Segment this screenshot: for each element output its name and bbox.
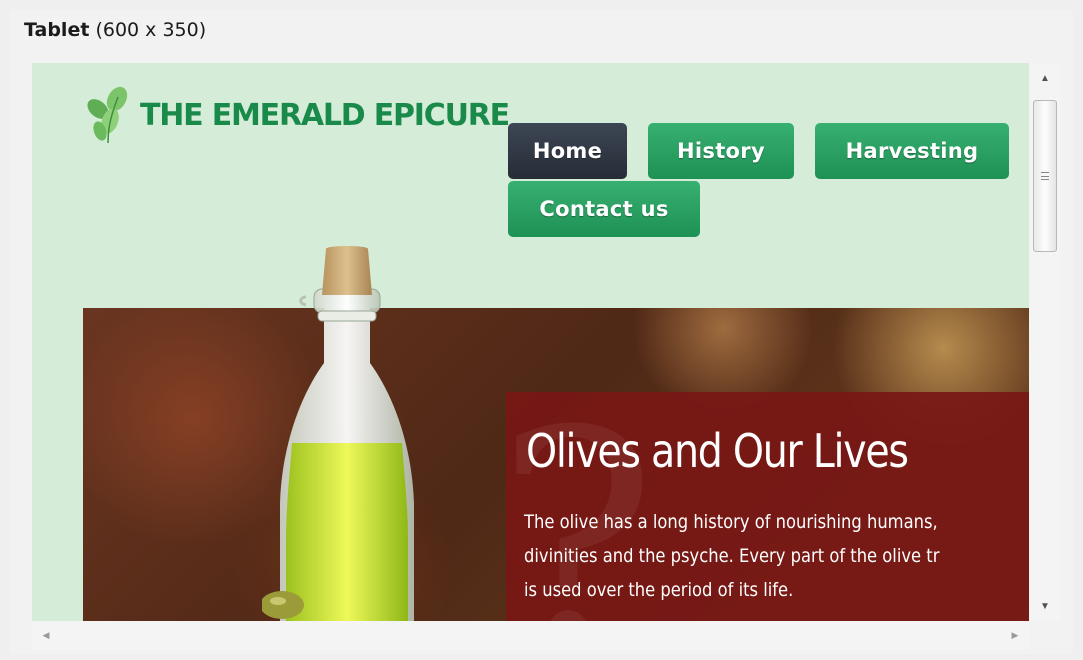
olive-leaves-icon bbox=[87, 86, 128, 144]
arrow-down-icon[interactable]: ▼ bbox=[1030, 591, 1060, 621]
hero-body-line: divinities and the psyche. Every part of… bbox=[524, 545, 940, 567]
tablet-viewport: THE EMERALD EPICURE Home History Harvest… bbox=[32, 63, 1029, 621]
nav-harvesting-button[interactable]: Harvesting bbox=[815, 123, 1009, 179]
device-size: (600 x 350) bbox=[95, 19, 207, 41]
arrow-up-icon[interactable]: ▲ bbox=[1030, 63, 1060, 93]
hero-body-line: The olive has a long history of nourishi… bbox=[524, 511, 938, 533]
arrow-right-icon[interactable]: ▶ bbox=[1001, 621, 1029, 649]
nav-history-button[interactable]: History bbox=[648, 123, 794, 179]
nav-home-button[interactable]: Home bbox=[508, 123, 627, 179]
hero-body: The olive has a long history of nourishi… bbox=[524, 505, 1029, 607]
olive-oil-bottle-image bbox=[262, 246, 414, 621]
device-name: Tablet bbox=[24, 19, 90, 41]
site-logo[interactable]: THE EMERALD EPICURE bbox=[84, 85, 510, 145]
scrollbar-thumb[interactable] bbox=[1033, 100, 1057, 252]
hero-text-panel: ? Olives and Our Lives The olive has a l… bbox=[506, 392, 1029, 621]
vertical-scrollbar[interactable]: ▲ ▼ bbox=[1030, 63, 1060, 621]
device-label: Tablet (600 x 350) bbox=[24, 19, 206, 41]
hero-body-line: is used over the period of its life. bbox=[524, 579, 794, 601]
hero-title: Olives and Our Lives bbox=[526, 424, 909, 478]
horizontal-scrollbar[interactable]: ◀ ▶ bbox=[32, 621, 1029, 649]
grip-icon bbox=[1041, 172, 1049, 180]
nav-contact-button[interactable]: Contact us bbox=[508, 181, 700, 237]
logo-text: THE EMERALD EPICURE bbox=[140, 97, 510, 133]
arrow-left-icon[interactable]: ◀ bbox=[32, 621, 60, 649]
